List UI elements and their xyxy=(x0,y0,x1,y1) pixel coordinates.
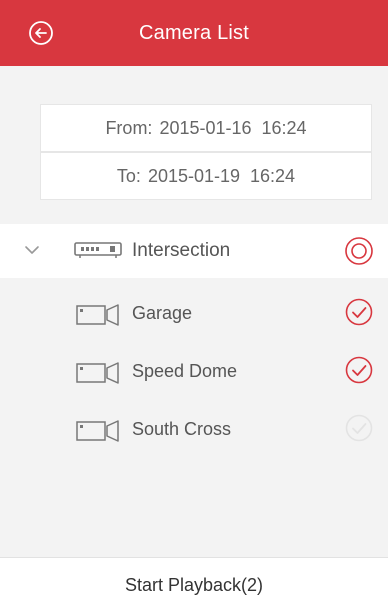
camera-row-speed-dome[interactable]: Speed Dome xyxy=(0,345,388,399)
start-playback-button[interactable]: Start Playback(2) xyxy=(0,557,388,612)
dvr-device-icon xyxy=(74,242,122,258)
back-arrow-circle-icon xyxy=(29,21,53,45)
device-name: Intersection xyxy=(132,240,231,261)
to-time: 16:24 xyxy=(250,165,296,186)
start-playback-label: Start Playback(2) xyxy=(124,574,264,595)
camera-name: Garage xyxy=(132,303,193,323)
from-date: 2015-01-16 xyxy=(159,117,252,138)
camera-icon xyxy=(76,362,119,384)
camera-name: Speed Dome xyxy=(132,361,238,381)
device-row-intersection[interactable]: Intersection xyxy=(0,224,388,278)
unchecked-circle-icon[interactable] xyxy=(344,413,374,443)
camera-row-south-cross[interactable]: South Cross xyxy=(0,403,388,457)
title-bar: Camera List xyxy=(0,0,388,66)
camera-icon xyxy=(76,420,119,442)
checked-circle-icon[interactable] xyxy=(344,355,374,385)
checked-circle-icon[interactable] xyxy=(344,297,374,327)
camera-icon xyxy=(76,304,119,326)
to-date-field[interactable]: To: 2015-01-19 16:24 xyxy=(40,152,372,200)
camera-name: South Cross xyxy=(132,419,232,439)
back-button[interactable] xyxy=(26,18,56,48)
camera-row-garage[interactable]: Garage xyxy=(0,287,388,341)
chevron-down-icon[interactable] xyxy=(22,240,42,260)
to-label: To: xyxy=(116,165,141,186)
page-title: Camera List xyxy=(138,21,249,44)
from-time: 16:24 xyxy=(261,117,307,138)
from-label: From: xyxy=(105,117,153,138)
from-date-field[interactable]: From: 2015-01-16 16:24 xyxy=(40,104,372,152)
partial-select-icon[interactable] xyxy=(343,235,375,267)
to-date: 2015-01-19 xyxy=(147,165,241,186)
